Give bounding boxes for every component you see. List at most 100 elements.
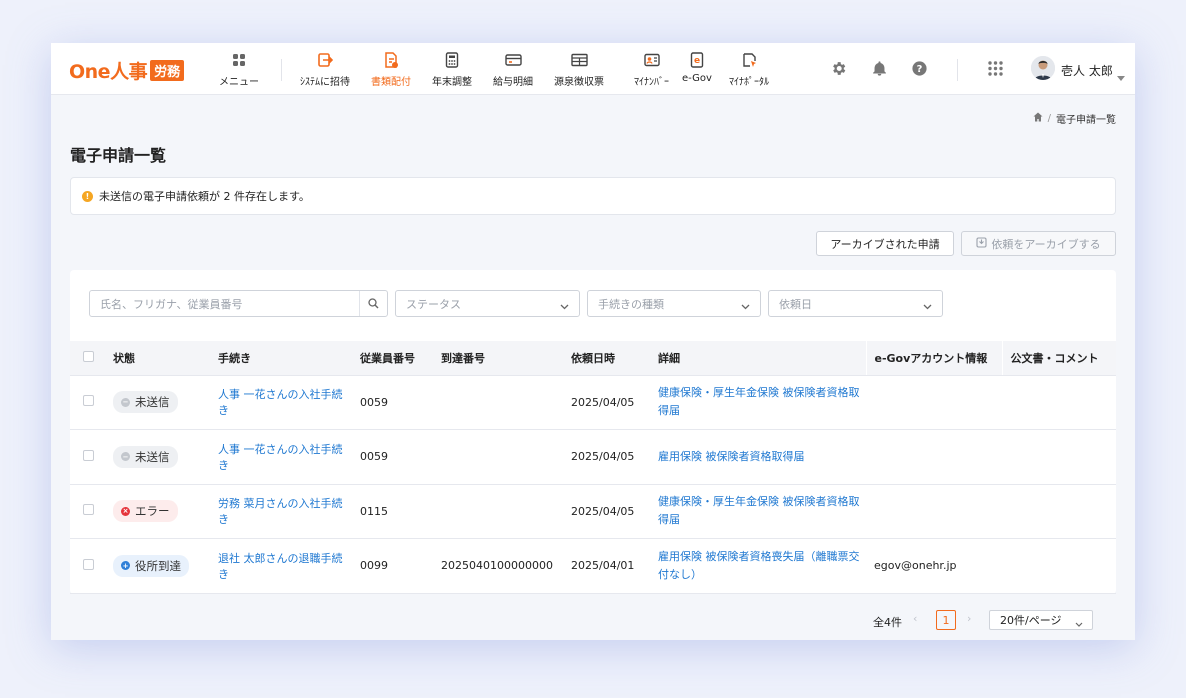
chevron-left-icon[interactable]: ‹ <box>913 612 917 625</box>
request-date: 2025/04/05 <box>563 484 650 539</box>
gear-icon[interactable] <box>830 60 847 81</box>
request-date: 2025/04/05 <box>563 429 650 485</box>
arrival-plus-icon: + <box>121 561 130 571</box>
logo-badge: 労務 <box>150 60 185 81</box>
nav-mynaportal[interactable]: ﾏｲﾅﾎﾟｰﾀﾙ <box>729 51 769 88</box>
detail-link[interactable]: 健康保険・厚生年金保険 被保険者資格取得届 <box>658 386 860 417</box>
error-x-icon: × <box>121 506 130 516</box>
table-row[interactable]: × エラー 労務 菜月さんの入社手続き 0115 2025/04/05 健康保険・… <box>70 484 1116 539</box>
archive-requests-button[interactable]: 依頼をアーカイブする <box>961 231 1116 256</box>
dash-icon: − <box>121 452 130 462</box>
archived-requests-button[interactable]: アーカイブされた申請 <box>816 231 954 256</box>
detail-cell: 雇用保険 被保険者資格喪失届（離職票交付なし） <box>650 538 866 594</box>
column-header[interactable]: 手続き <box>210 341 352 376</box>
procedure-link[interactable]: 退社 太郎さんの退職手続き <box>218 552 343 581</box>
status-badge: − 未送信 <box>113 391 178 414</box>
table-row[interactable]: − 未送信 人事 一花さんの入社手続き 0059 2025/04/05 雇用保険 … <box>70 429 1116 485</box>
row-checkbox[interactable] <box>83 504 94 516</box>
column-header[interactable]: 到達番号 <box>433 341 563 376</box>
arrival-no: 2025040100000000 <box>433 538 563 594</box>
procedure-type-select[interactable]: 手続きの種類 <box>587 290 761 317</box>
nav-egov[interactable]: e e-Gov <box>682 51 712 84</box>
divider <box>281 59 282 81</box>
status-cell: − 未送信 <box>105 429 210 485</box>
nav-withholding[interactable]: 源泉徴収票 <box>554 51 604 88</box>
nav-mynumber[interactable]: ﾏｲﾅﾝﾊﾞｰ <box>634 51 669 88</box>
search-input[interactable]: 氏名、フリガナ、従業員番号 <box>89 290 388 317</box>
chevron-down-icon <box>923 300 932 313</box>
svg-text:?: ? <box>917 64 923 75</box>
alert-text: 未送信の電子申請依頼が 2 件存在します。 <box>99 190 310 203</box>
nav-menu[interactable]: メニュー <box>219 51 259 88</box>
chevron-right-icon[interactable]: › <box>967 612 971 625</box>
detail-cell: 健康保険・厚生年金保険 被保険者資格取得届 <box>650 375 866 430</box>
unsent-alert: ! 未送信の電子申請依頼が 2 件存在します。 <box>70 177 1116 215</box>
employee-no: 0059 <box>352 429 433 485</box>
procedure-placeholder: 手続きの種類 <box>598 297 664 311</box>
row-checkbox[interactable] <box>83 395 94 407</box>
status-label: エラー <box>135 504 170 519</box>
procedure-link[interactable]: 労務 菜月さんの入社手続き <box>218 497 343 526</box>
procedure-link[interactable]: 人事 一花さんの入社手続き <box>218 443 343 472</box>
column-header[interactable]: 詳細 <box>650 341 866 376</box>
select-all-checkbox[interactable] <box>83 350 94 362</box>
arrival-no <box>433 429 563 485</box>
employee-no: 0115 <box>352 484 433 539</box>
nav-year-end[interactable]: 年末調整 <box>432 51 472 88</box>
bell-icon[interactable] <box>871 60 888 81</box>
row-checkbox[interactable] <box>83 558 94 570</box>
logo[interactable]: One人事 労務 <box>69 57 185 84</box>
breadcrumb-current: 電子申請一覧 <box>1056 115 1116 126</box>
date-placeholder: 依頼日 <box>779 297 812 311</box>
egov-icon: e <box>690 51 704 69</box>
request-date-select[interactable]: 依頼日 <box>768 290 943 317</box>
procedure-cell: 人事 一花さんの入社手続き <box>210 429 352 485</box>
nav-payslip[interactable]: 給与明細 <box>493 51 533 88</box>
home-icon[interactable] <box>1033 112 1043 125</box>
detail-link[interactable]: 雇用保険 被保険者資格喪失届（離職票交付なし） <box>658 550 860 581</box>
status-select[interactable]: ステータス <box>395 290 580 317</box>
nav-document-distribute[interactable]: 書類配付 <box>371 51 411 88</box>
detail-link[interactable]: 雇用保険 被保険者資格取得届 <box>658 450 805 463</box>
employee-no: 0099 <box>352 538 433 594</box>
detail-link[interactable]: 健康保険・厚生年金保険 被保険者資格取得届 <box>658 495 860 526</box>
row-checkbox[interactable] <box>83 449 94 461</box>
egov-account <box>866 429 1002 485</box>
chevron-down-icon[interactable] <box>1117 66 1125 85</box>
detail-cell: 健康保険・厚生年金保険 被保険者資格取得届 <box>650 484 866 539</box>
table-row[interactable]: + 役所到達 退社 太郎さんの退職手続き 0099 202504010000000… <box>70 538 1116 594</box>
row-select-cell <box>70 375 105 430</box>
column-header[interactable]: 依頼日時 <box>563 341 650 376</box>
help-icon[interactable]: ? <box>911 60 928 81</box>
grid-four-icon <box>232 51 246 69</box>
nav-label: ﾏｲﾅﾎﾟｰﾀﾙ <box>729 77 769 88</box>
nav-label: メニュー <box>219 77 259 88</box>
column-header[interactable]: 従業員番号 <box>352 341 433 376</box>
user-name[interactable]: 壱人 太郎 <box>1061 62 1113 79</box>
payslip-icon <box>504 51 522 69</box>
warning-icon: ! <box>82 190 93 202</box>
nav-invite[interactable]: ｼｽﾃﾑに招待 <box>300 51 350 88</box>
page-size-label: 20件/ページ <box>1000 614 1062 627</box>
chevron-down-icon <box>741 300 750 313</box>
dash-icon: − <box>121 397 130 407</box>
procedure-link[interactable]: 人事 一花さんの入社手続き <box>218 388 343 417</box>
column-header[interactable]: e-Govアカウント情報 <box>865 341 1002 376</box>
avatar[interactable] <box>1031 56 1055 80</box>
apps-grid-icon[interactable] <box>987 60 1004 81</box>
table-row[interactable]: − 未送信 人事 一花さんの入社手続き 0059 2025/04/05 健康保険・… <box>70 375 1116 430</box>
column-header[interactable]: 公文書・コメント <box>1001 341 1116 376</box>
status-cell: × エラー <box>105 484 210 539</box>
total-count: 全4件 <box>873 616 902 629</box>
page-size-select[interactable]: 20件/ページ <box>989 610 1093 630</box>
search-placeholder: 氏名、フリガナ、従業員番号 <box>100 297 243 311</box>
breadcrumb: / 電子申請一覧 <box>1033 111 1116 126</box>
column-header[interactable]: 状態 <box>105 341 210 376</box>
procedure-cell: 人事 一花さんの入社手続き <box>210 375 352 430</box>
page-number-button[interactable]: 1 <box>936 610 956 630</box>
search-icon[interactable] <box>359 291 387 316</box>
table-header-row: 状態 手続き 従業員番号 到達番号 依頼日時 詳細 e-Govアカウント情報 公… <box>70 341 1116 376</box>
archive-box-icon <box>976 236 987 251</box>
top-header: One人事 労務 メニュー ｼｽﾃﾑに招待 書類配付 年末調整 給与明細 源泉徴… <box>51 43 1135 95</box>
nav-label: 源泉徴収票 <box>554 77 604 88</box>
